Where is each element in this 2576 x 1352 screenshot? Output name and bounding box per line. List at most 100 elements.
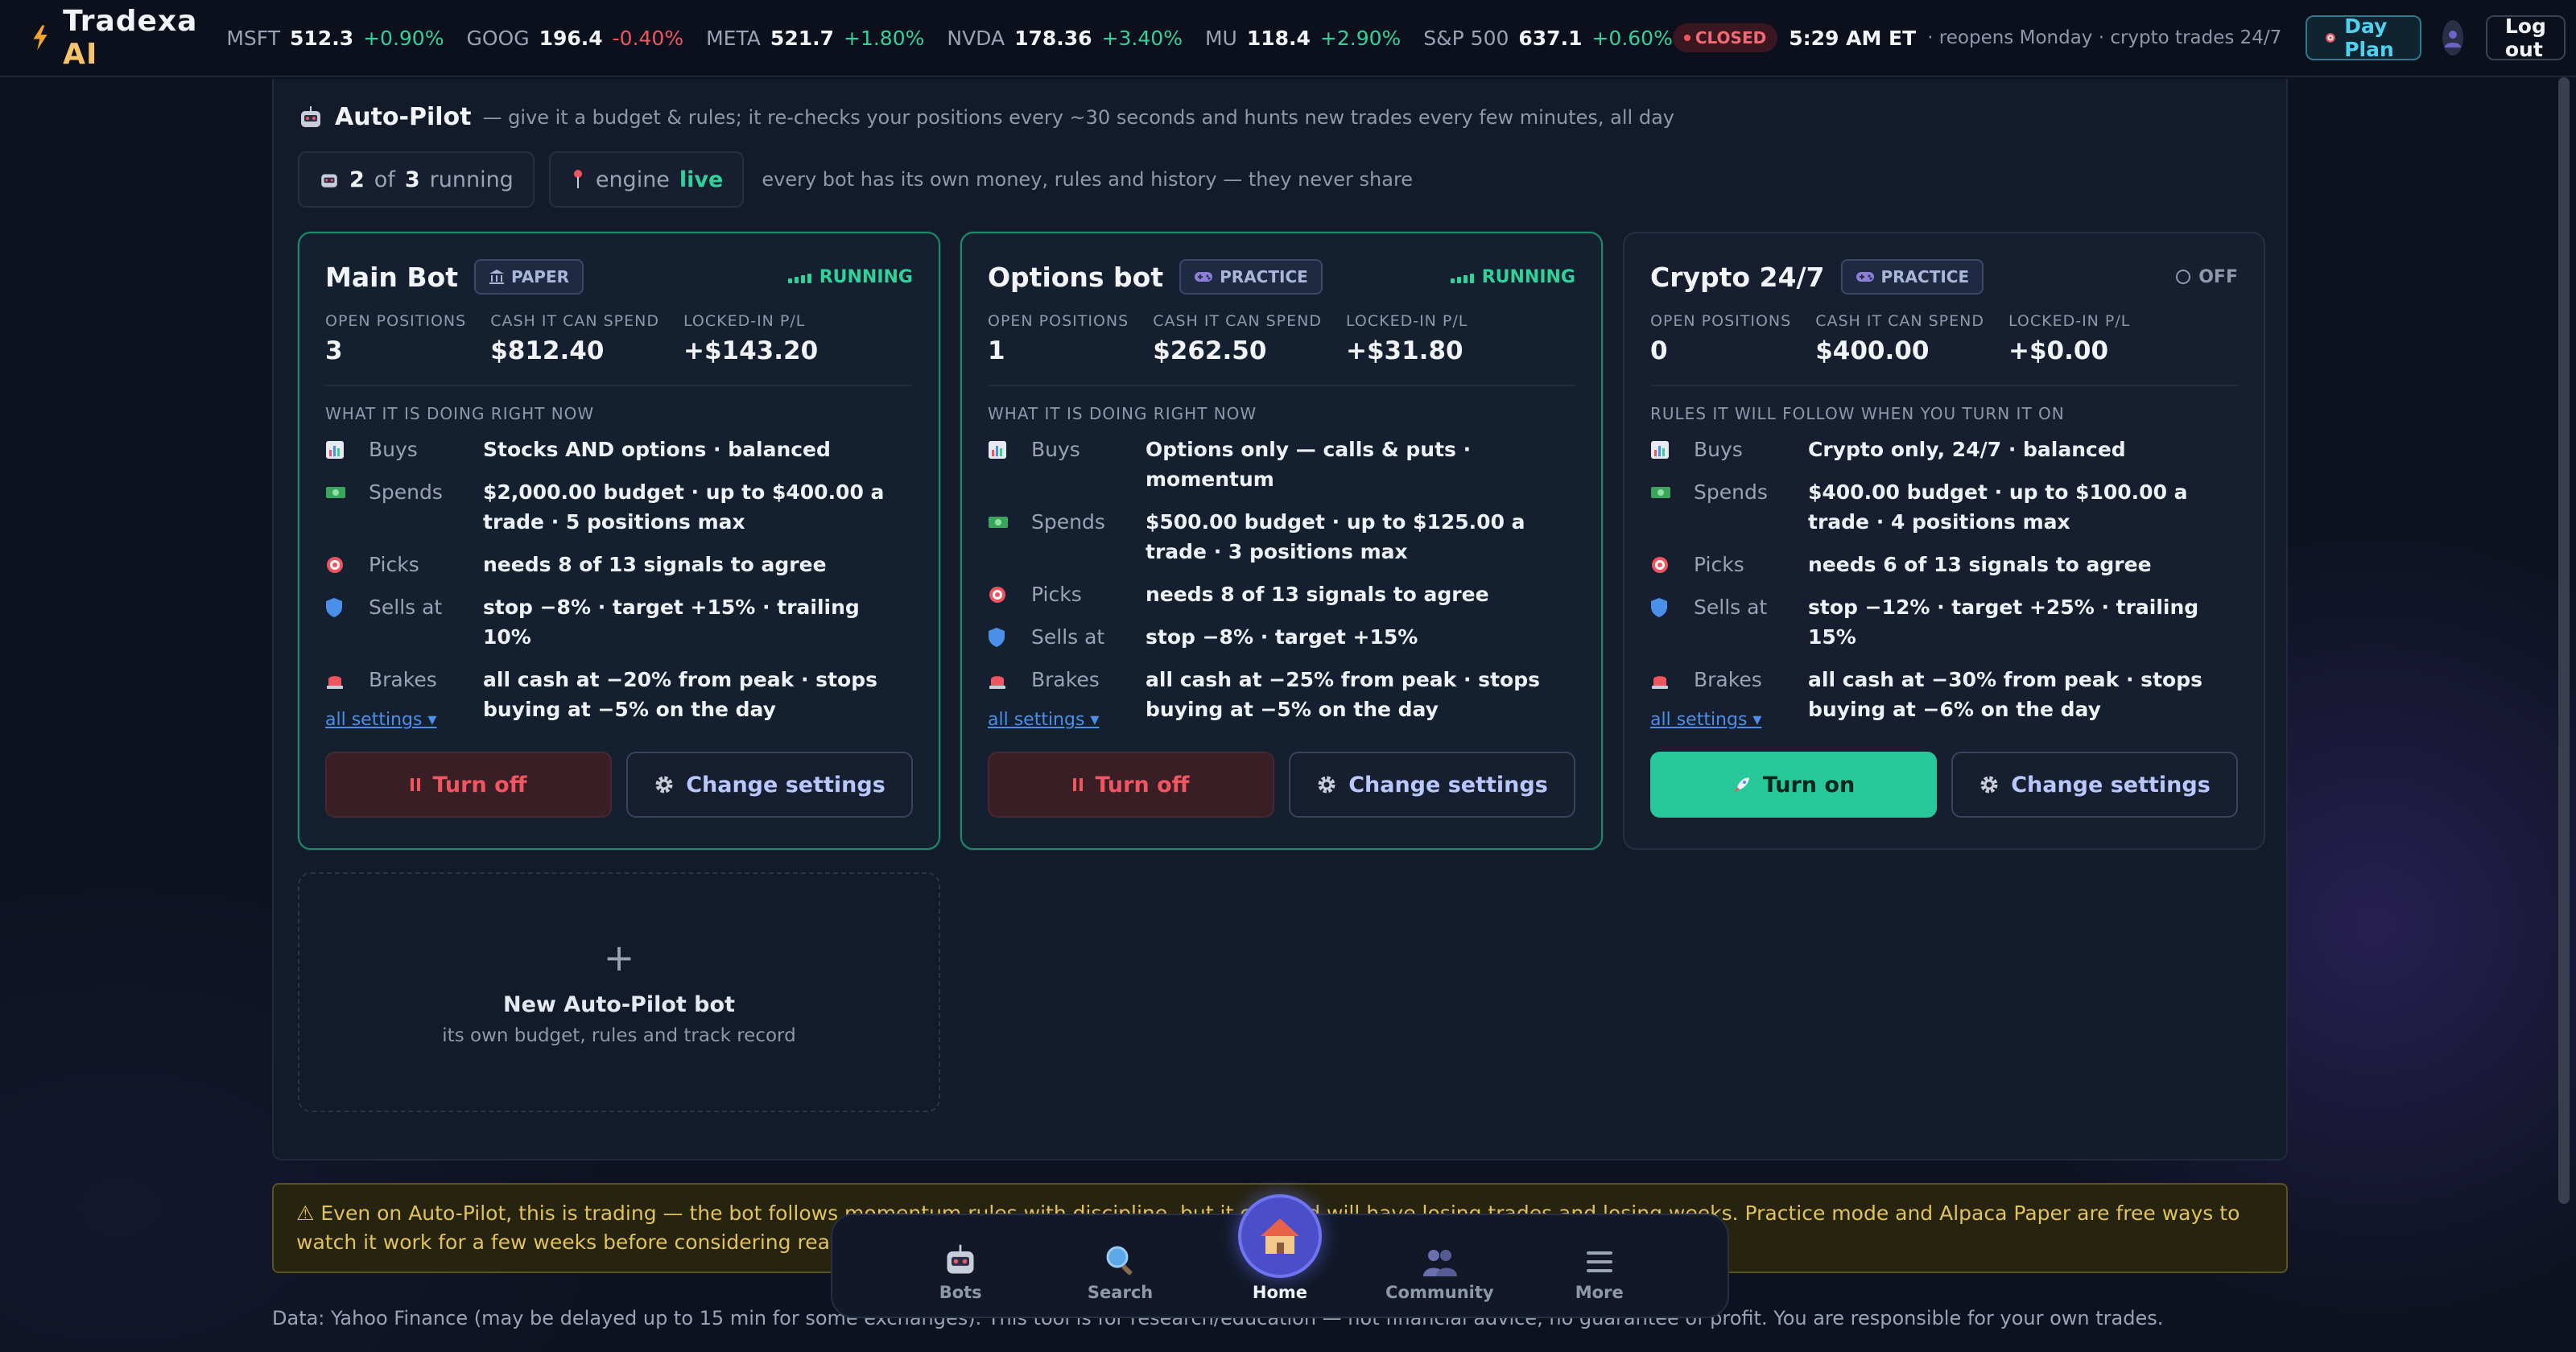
bot-name: Options bot [988, 261, 1164, 293]
bot-name: Main Bot [325, 261, 458, 293]
metric-cash: CASH IT CAN SPEND $400.00 [1815, 312, 1984, 365]
nav-bots[interactable]: Bots [896, 1236, 1025, 1302]
turn-off-button[interactable]: Turn off [325, 752, 612, 818]
rule-sells: Sells at stop −8% · target +15% [988, 622, 1575, 652]
avatar[interactable] [2442, 20, 2463, 56]
ticker-price: 637.1 [1518, 26, 1583, 50]
plus-icon: + [603, 935, 635, 979]
scrollbar[interactable] [2558, 77, 2570, 1204]
gamepad-icon [1856, 272, 1874, 282]
target-icon [327, 556, 343, 573]
nav-home[interactable]: Home [1216, 1194, 1344, 1302]
rule-list: Buys Stocks AND options · balanced Spends… [325, 435, 913, 737]
metric-cash: CASH IT CAN SPEND $812.40 [490, 312, 659, 365]
change-settings-button[interactable]: Change settings [626, 752, 913, 818]
bank-icon [489, 270, 504, 284]
metric-open-positions: OPEN POSITIONS 3 [325, 312, 467, 365]
autopilot-note: every bot has its own money, rules and h… [762, 168, 1414, 191]
mode-badge: PAPER [474, 259, 584, 295]
home-icon [1260, 1218, 1299, 1254]
rule-picks: Picks needs 8 of 13 signals to agree [988, 579, 1575, 609]
turn-off-button[interactable]: Turn off [988, 752, 1274, 818]
rule-buys: Buys Stocks AND options · balanced [325, 435, 913, 464]
ticker-change: +0.60% [1591, 26, 1673, 50]
ticker-price: 118.4 [1246, 26, 1311, 50]
ticker-sp500[interactable]: S&P 500 637.1 +0.60% [1423, 27, 1673, 50]
change-settings-button[interactable]: Change settings [1951, 752, 2238, 818]
robot-icon [947, 1244, 974, 1274]
metric-open-positions: OPEN POSITIONS 1 [988, 312, 1129, 365]
robot-icon [301, 105, 320, 127]
ticker-change: +1.80% [844, 26, 925, 50]
autopilot-title: Auto-Pilot [335, 103, 472, 131]
money-icon [989, 516, 1008, 528]
rule-spends: Spends $2,000.00 budget · up to $400.00 a… [325, 477, 913, 537]
target-icon [2326, 33, 2336, 43]
ticker-change: -0.40% [612, 26, 684, 50]
bot-card-main: Main Bot PAPER RUNNING OPEN POSITIONS 3 C… [298, 232, 940, 850]
bot-card-options: Options bot PRACTICE RUNNING OPEN POSITI… [960, 232, 1603, 850]
new-bot-subtitle: its own budget, rules and track record [442, 1024, 796, 1046]
ticker-mu[interactable]: MU 118.4 +2.90% [1205, 27, 1401, 50]
ticker-symbol: META [706, 26, 761, 50]
ticker-symbol: MU [1204, 26, 1237, 50]
rule-spends: Spends $400.00 budget · up to $100.00 a t… [1650, 477, 2238, 537]
nav-more[interactable]: More [1535, 1236, 1664, 1302]
ticker-symbol: NVDA [947, 26, 1005, 50]
rule-buys: Buys Options only — calls & puts · moment… [988, 435, 1575, 494]
money-icon [326, 486, 345, 498]
status-running: RUNNING [1450, 267, 1575, 287]
gear-icon [1980, 776, 1998, 793]
metric-pl: LOCKED-IN P/L +$31.80 [1345, 312, 1468, 365]
section-label: RULES IT WILL FOLLOW WHEN YOU TURN IT ON [1650, 404, 2065, 423]
robot-icon [321, 174, 337, 188]
autopilot-header: Auto-Pilot — give it a budget & rules; i… [298, 103, 1674, 131]
ticker-symbol: MSFT [226, 26, 281, 50]
ticker-price: 196.4 [539, 26, 603, 50]
chart-icon [1651, 440, 1669, 459]
nav-search[interactable]: Search [1056, 1236, 1185, 1302]
ticker-symbol: GOOG [466, 26, 530, 50]
change-settings-button[interactable]: Change settings [1289, 752, 1575, 818]
bottom-nav: Bots Search Home Community More [831, 1194, 1729, 1318]
rule-picks: Picks needs 6 of 13 signals to agree [1650, 550, 2238, 579]
target-icon [1652, 556, 1668, 573]
all-settings-link[interactable]: all settings ▾ [988, 710, 1099, 730]
ticker-strip: MSFT 512.3 +0.90% GOOG 196.4 -0.40% META 521.… [226, 27, 1672, 50]
status-dot-icon [1683, 35, 1690, 41]
ticker-symbol: S&P 500 [1423, 26, 1509, 50]
chart-icon [989, 440, 1006, 459]
ticker-nvda[interactable]: NVDA 178.36 +3.40% [947, 27, 1183, 50]
ticker-meta[interactable]: META 521.7 +1.80% [706, 27, 924, 50]
metric-pl: LOCKED-IN P/L +$143.20 [683, 312, 819, 365]
rule-picks: Picks needs 8 of 13 signals to agree [325, 550, 913, 579]
brand-name: Tradexa AI [63, 5, 198, 71]
brand-logo[interactable]: Tradexa AI [32, 5, 202, 71]
engine-status-pill: engine live [548, 151, 745, 208]
gear-icon [1318, 776, 1335, 793]
rule-sells: Sells at stop −8% · target +15% · trailin… [325, 592, 913, 652]
status-running: RUNNING [787, 267, 913, 287]
ticker-price: 521.7 [770, 26, 834, 50]
section-label: WHAT IT IS DOING RIGHT NOW [325, 404, 595, 423]
top-bar: Tradexa AI MSFT 512.3 +0.90% GOOG 196.4 -0.4… [0, 0, 2576, 77]
signal-bars-icon [1450, 270, 1474, 283]
ticker-change: +3.40% [1101, 26, 1183, 50]
autopilot-description: — give it a budget & rules; it re-checks… [482, 105, 1674, 129]
day-plan-button[interactable]: Day Plan [2306, 14, 2421, 61]
target-icon [989, 586, 1005, 603]
ticker-goog[interactable]: GOOG 196.4 -0.40% [466, 27, 683, 50]
turn-on-button[interactable]: Turn on [1650, 752, 1937, 818]
search-icon [1106, 1246, 1132, 1276]
new-bot-card[interactable]: + New Auto-Pilot bot its own budget, rul… [298, 872, 940, 1112]
ticker-msft[interactable]: MSFT 512.3 +0.90% [226, 27, 444, 50]
rule-buys: Buys Crypto only, 24/7 · balanced [1650, 435, 2238, 464]
logout-button[interactable]: Log out [2485, 14, 2566, 61]
nav-community[interactable]: Community [1375, 1236, 1504, 1302]
market-time: 5:29 AM ET [1789, 26, 1917, 50]
all-settings-link[interactable]: all settings ▾ [325, 710, 436, 730]
pause-icon [411, 778, 421, 791]
off-circle-icon [2176, 270, 2191, 284]
status-off: OFF [2176, 267, 2238, 287]
all-settings-link[interactable]: all settings ▾ [1650, 710, 1761, 730]
